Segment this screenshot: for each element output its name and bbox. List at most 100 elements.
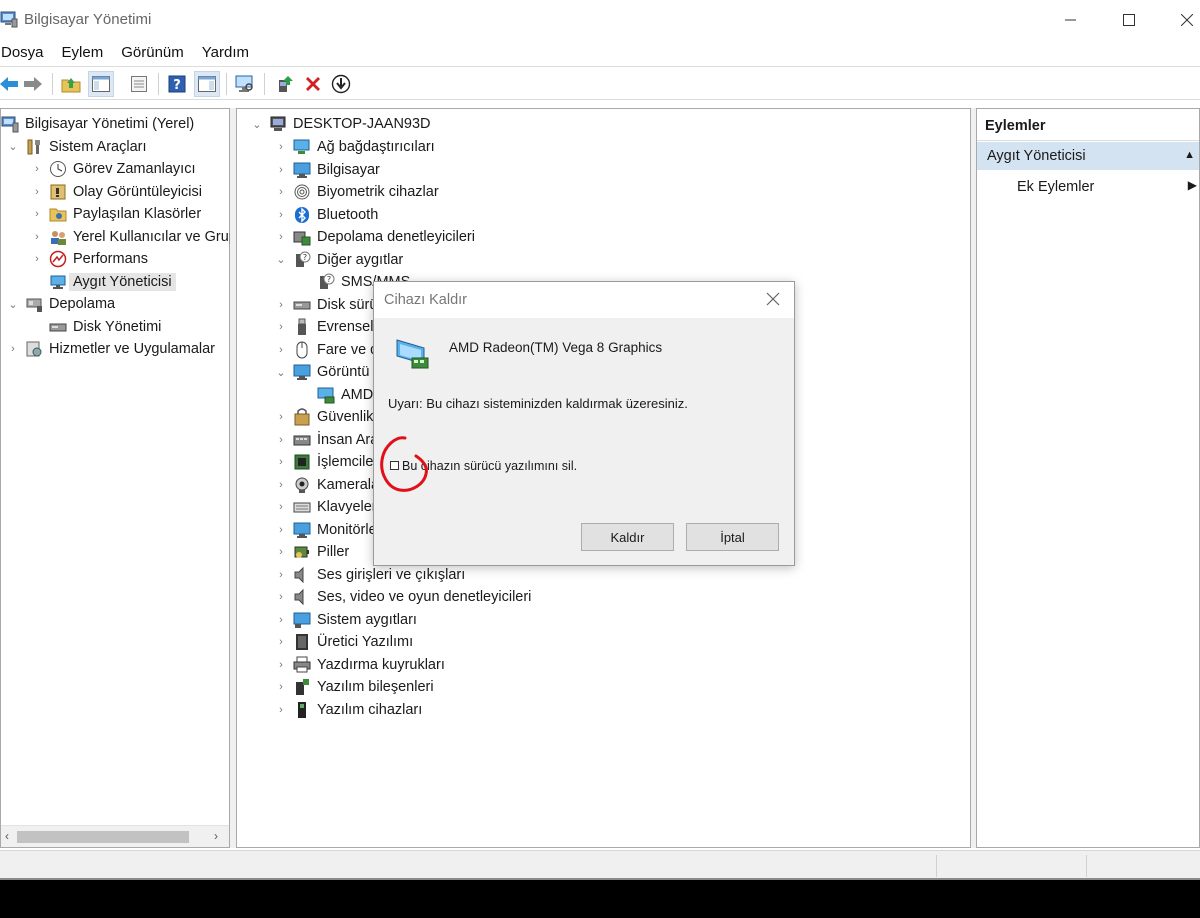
tree-item-aygit-yoneticisi[interactable]: Aygıt Yöneticisi <box>43 271 176 293</box>
tree-item-bilgisayar-yonetimi-yerel[interactable]: Bilgisayar Yönetimi (Yerel) <box>0 113 194 135</box>
horizontal-scrollbar[interactable]: ‹ › <box>1 825 229 847</box>
tree-item-gorev-zamanlayici[interactable]: › Görev Zamanlayıcı <box>35 158 196 180</box>
menu-gorunum[interactable]: Görünüm <box>121 42 184 66</box>
collapsed-chevron-icon[interactable]: › <box>275 681 287 693</box>
collapsed-chevron-icon[interactable]: › <box>275 546 287 558</box>
collapsed-chevron-icon[interactable]: › <box>31 253 43 265</box>
collapsed-chevron-icon[interactable]: › <box>275 479 287 491</box>
tree-item-hizmetler-ve-uygulamalar[interactable]: › Hizmetler ve Uygulamalar <box>11 338 215 360</box>
device-category-depolama-denetleyicileri[interactable]: › Depolama denetleyicileri <box>275 226 475 248</box>
collapsed-chevron-icon[interactable]: › <box>275 591 287 603</box>
uninstall-button[interactable]: Kaldır <box>581 523 674 551</box>
scrollbar-thumb[interactable] <box>17 831 189 843</box>
help-button[interactable]: ? <box>164 71 190 97</box>
device-category-yazdirma-kuyruklari[interactable]: › Yazdırma kuyrukları <box>275 654 445 676</box>
collapsed-chevron-icon[interactable]: › <box>31 231 43 243</box>
cancel-button[interactable]: İptal <box>686 523 779 551</box>
collapsed-chevron-icon[interactable]: › <box>275 186 287 198</box>
expanded-chevron-icon[interactable]: ⌄ <box>275 253 287 266</box>
expanded-chevron-icon[interactable]: ⌄ <box>275 366 287 379</box>
device-category-goruntu[interactable]: ⌄ Görüntü <box>275 361 369 383</box>
dialog-close-button[interactable] <box>764 290 782 308</box>
device-category-kameralar[interactable]: › Kameralar <box>275 474 384 496</box>
expanded-chevron-icon[interactable]: ⌄ <box>7 298 19 311</box>
device-category-bilgisayar[interactable]: › Bilgisayar <box>275 159 380 181</box>
show-hide-console-tree-button[interactable] <box>88 71 114 97</box>
device-category-bluetooth[interactable]: › Bluetooth <box>275 204 378 226</box>
close-button[interactable] <box>1158 0 1200 40</box>
menu-yardim[interactable]: Yardım <box>202 42 249 66</box>
back-button[interactable] <box>0 71 22 97</box>
expanded-chevron-icon[interactable]: ⌄ <box>251 118 263 131</box>
collapsed-chevron-icon[interactable]: › <box>275 209 287 221</box>
collapsed-chevron-icon[interactable]: › <box>275 411 287 423</box>
menu-dosya[interactable]: Dosya <box>1 42 44 66</box>
collapsed-chevron-icon[interactable]: › <box>31 163 43 175</box>
collapse-up-icon[interactable]: ▲ <box>1184 149 1195 161</box>
delete-driver-checkbox-label[interactable]: Bu cihazın sürücü yazılımını sil. <box>402 459 577 473</box>
collapsed-chevron-icon[interactable]: › <box>275 569 287 581</box>
device-category-ses-girisleri-ve-cikislari[interactable]: › Ses girişleri ve çıkışları <box>275 564 465 586</box>
show-hide-action-pane-button[interactable] <box>194 71 220 97</box>
tree-item-paylasilan-klasorler[interactable]: › Paylaşılan Klasörler <box>35 203 201 225</box>
device-category-klavyeler[interactable]: › Klavyeler <box>275 496 376 518</box>
tree-item-yerel-kullanicilar-ve-grup[interactable]: › Yerel Kullanıcılar ve Grup <box>35 226 237 248</box>
tree-item-disk-yonetimi[interactable]: Disk Yönetimi <box>43 316 161 338</box>
collapsed-chevron-icon[interactable]: › <box>275 524 287 536</box>
device-category-piller[interactable]: › Piller <box>275 541 349 563</box>
tree-item-performans[interactable]: › Performans <box>35 248 148 270</box>
tree-item-olay-goruntuleyicisi[interactable]: › Olay Görüntüleyicisi <box>35 181 202 203</box>
collapsed-chevron-icon[interactable]: › <box>31 186 43 198</box>
disable-device-button[interactable] <box>328 71 354 97</box>
collapsed-chevron-icon[interactable]: › <box>275 456 287 468</box>
tree-item-depolama[interactable]: ⌄ Depolama <box>8 293 115 315</box>
delete-driver-checkbox[interactable] <box>390 461 399 470</box>
collapsed-chevron-icon[interactable]: › <box>275 231 287 243</box>
collapsed-chevron-icon[interactable]: › <box>275 434 287 446</box>
update-driver-button[interactable] <box>272 71 298 97</box>
device-category-amd[interactable]: AMD <box>299 384 373 406</box>
collapsed-chevron-icon[interactable]: › <box>275 659 287 671</box>
device-category-sistem-aygitlari[interactable]: › Sistem aygıtları <box>275 609 417 631</box>
uninstall-device-button[interactable] <box>300 71 326 97</box>
collapsed-chevron-icon[interactable]: › <box>7 343 19 355</box>
device-category-disk-suru[interactable]: › Disk sürü <box>275 294 377 316</box>
device-category-guvenlik[interactable]: › Güvenlik <box>275 406 373 428</box>
device-category-islemciler[interactable]: › İşlemciler <box>275 451 378 473</box>
collapsed-chevron-icon[interactable]: › <box>275 141 287 153</box>
maximize-button[interactable] <box>1100 0 1158 40</box>
collapsed-chevron-icon[interactable]: › <box>31 208 43 220</box>
collapsed-chevron-icon[interactable]: › <box>275 321 287 333</box>
device-category-yazilim-cihazlari[interactable]: › Yazılım cihazları <box>275 699 422 721</box>
collapsed-chevron-icon[interactable]: › <box>275 164 287 176</box>
submenu-arrow-icon[interactable]: ▶ <box>1188 178 1197 192</box>
scroll-left-icon[interactable]: ‹ <box>5 829 9 843</box>
properties-button[interactable] <box>126 71 152 97</box>
collapsed-chevron-icon[interactable]: › <box>275 636 287 648</box>
scan-hardware-button[interactable] <box>232 71 258 97</box>
device-category-diger-aygitlar[interactable]: ⌄? Diğer aygıtlar <box>275 249 403 271</box>
up-folder-button[interactable] <box>58 71 84 97</box>
scroll-right-icon[interactable]: › <box>214 829 218 843</box>
device-category-ses-video-ve-oyun-denetleyicileri[interactable]: › Ses, video ve oyun denetleyicileri <box>275 586 531 608</box>
minimize-button[interactable] <box>1042 0 1100 40</box>
device-category-biyometrik-cihazlar[interactable]: › Biyometrik cihazlar <box>275 181 439 203</box>
device-tree-root[interactable]: ⌄ DESKTOP-JAAN93D <box>251 113 430 135</box>
actions-section-device-manager[interactable]: Aygıt Yöneticisi ▲ <box>977 142 1199 170</box>
device-category-fare-ve-d[interactable]: › Fare ve d <box>275 339 378 361</box>
device-category-uretici-yazilimi[interactable]: › Üretici Yazılımı <box>275 631 413 653</box>
menu-eylem[interactable]: Eylem <box>62 42 104 66</box>
more-actions-item[interactable]: Ek Eylemler <box>1017 179 1094 195</box>
tree-item-sistem-araclari[interactable]: ⌄ Sistem Araçları <box>8 136 146 158</box>
collapsed-chevron-icon[interactable]: › <box>275 299 287 311</box>
device-category-monitorle[interactable]: › Monitörle <box>275 519 377 541</box>
collapsed-chevron-icon[interactable]: › <box>275 614 287 626</box>
device-category-evrensel-s[interactable]: › Evrensel S <box>275 316 387 338</box>
device-category-insan-ara[interactable]: › İnsan Ara <box>275 429 378 451</box>
device-category-yazilim-bilesenleri[interactable]: › Yazılım bileşenleri <box>275 676 434 698</box>
device-category-ag-bagdastiricilari[interactable]: › Ağ bağdaştırıcıları <box>275 136 435 158</box>
expanded-chevron-icon[interactable]: ⌄ <box>7 140 19 153</box>
collapsed-chevron-icon[interactable]: › <box>275 501 287 513</box>
collapsed-chevron-icon[interactable]: › <box>275 704 287 716</box>
collapsed-chevron-icon[interactable]: › <box>275 344 287 356</box>
